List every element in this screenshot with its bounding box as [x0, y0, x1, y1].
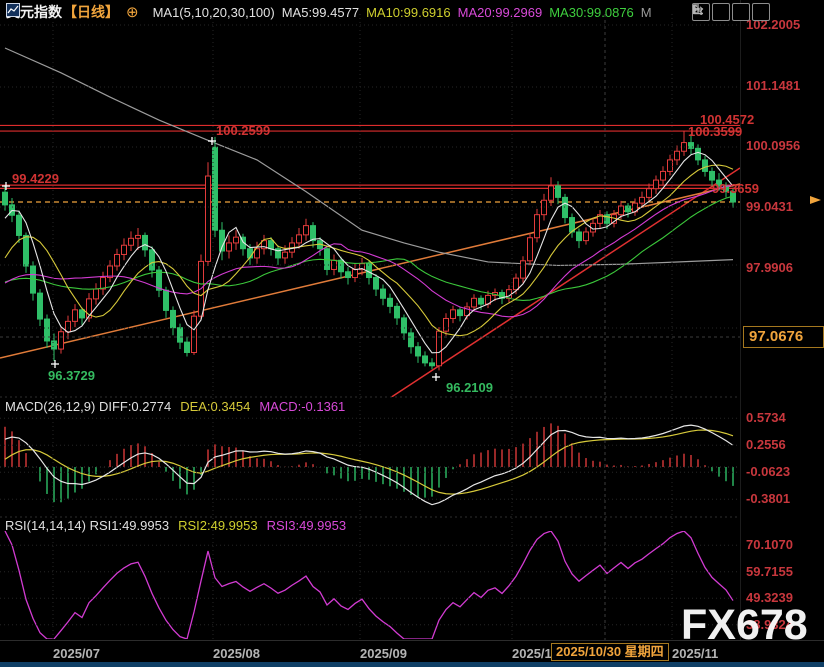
time-label: 2025/08	[213, 646, 260, 661]
ma10-value: MA10:99.6916	[366, 5, 451, 20]
macd-dea-value: DEA:0.3454	[180, 399, 250, 414]
add-indicator-icon[interactable]: ⊕	[126, 5, 139, 20]
watermark: FX678	[681, 601, 808, 650]
ma100-value-truncated: M	[641, 5, 652, 20]
bottom-border	[0, 662, 824, 667]
extreme-price-label: 99.4229	[12, 171, 59, 186]
macd-tick-label: -0.0623	[746, 464, 790, 479]
macd-title: MACD(26,12,9) DIFF:0.2774	[5, 399, 171, 414]
period-label: 【日线】	[63, 2, 119, 22]
chart-window: 美元指数 【日线】 ⊕ MA1(5,10,20,30,100) MA5:99.4…	[0, 0, 824, 667]
chart-toolbar	[692, 3, 770, 21]
macd-tick-label: 0.5734	[746, 410, 786, 425]
rsi2-value: RSI2:49.9953	[178, 518, 258, 533]
extreme-price-label: 96.2109	[446, 380, 493, 395]
ma5-value: MA5:99.4577	[282, 5, 359, 20]
price-tick-label: 101.1481	[746, 78, 800, 93]
rsi-tick-label: 70.1070	[746, 537, 793, 552]
rsi-title: RSI(14,14,14) RSI1:49.9953	[5, 518, 169, 533]
price-tick-label: 99.0431	[746, 199, 793, 214]
chart-header: 美元指数 【日线】 ⊕ MA1(5,10,20,30,100) MA5:99.4…	[6, 3, 652, 21]
time-label: 2025/07	[53, 646, 100, 661]
rsi-pane-header: RSI(14,14,14) RSI1:49.9953 RSI2:49.9953 …	[5, 518, 346, 533]
pane-expand-icon[interactable]	[752, 3, 770, 21]
macd-tick-label: 0.2556	[746, 437, 786, 452]
macd-tick-label: -0.3801	[746, 491, 790, 506]
price-tick-label: 100.0956	[746, 138, 800, 153]
crosshair-price-label: 97.0676	[743, 326, 824, 348]
time-label: 2025/09	[360, 646, 407, 661]
crosshair-date-label: 2025/10/30 星期四	[551, 643, 669, 661]
rsi-tick-label: 59.7155	[746, 564, 793, 579]
ma-settings-label: MA1(5,10,20,30,100)	[153, 5, 275, 20]
hline-price-label: 99.3659	[712, 181, 759, 196]
ma20-value: MA20:99.2969	[458, 5, 543, 20]
y-axis-scale-icon[interactable]	[712, 3, 730, 21]
ma30-value: MA30:99.0876	[549, 5, 634, 20]
price-tick-label: 97.9906	[746, 260, 793, 275]
extreme-price-label: 100.2599	[216, 123, 270, 138]
x-axis-scale-icon[interactable]	[732, 3, 750, 21]
extreme-price-label: 96.3729	[48, 368, 95, 383]
rsi3-value: RSI3:49.9953	[267, 518, 347, 533]
chart-canvas[interactable]	[0, 0, 824, 667]
macd-pane-header: MACD(26,12,9) DIFF:0.2774 DEA:0.3454 MAC…	[5, 399, 345, 414]
hline-price-label: 100.3599	[688, 124, 742, 139]
macd-hist-value: MACD:-0.1361	[259, 399, 345, 414]
